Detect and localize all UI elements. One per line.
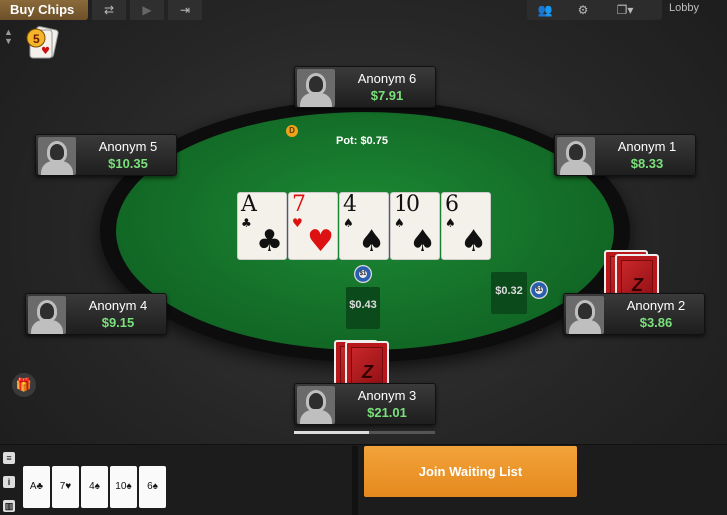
- history-card-2: 7♥: [52, 466, 79, 508]
- spade-icon: ♠: [343, 216, 354, 230]
- players-icon[interactable]: 👥: [529, 0, 561, 20]
- club-icon: ♣: [241, 216, 252, 230]
- refresh-icon[interactable]: ⇄: [92, 0, 126, 20]
- gear-icon[interactable]: ⚙: [567, 0, 599, 20]
- card-rank: 4: [343, 192, 357, 217]
- spade-icon: ♠: [445, 216, 456, 230]
- chip-stack-icon: $1: [354, 265, 372, 283]
- player-name: Anonym 2: [626, 298, 686, 313]
- window-icon[interactable]: ❐▾: [605, 0, 645, 20]
- player-name: Anonym 6: [357, 71, 417, 86]
- board-card-3: 4 ♠ ♠: [339, 192, 389, 260]
- stats-icon[interactable]: ▥: [3, 500, 15, 512]
- exit-icon[interactable]: ⇥: [168, 0, 202, 20]
- history-card-3: 4♠: [81, 466, 108, 508]
- history-card-4: 10♠: [110, 466, 137, 508]
- player-seat-6[interactable]: Anonym 6 $7.91: [294, 66, 436, 108]
- history-card-5: 6♠: [139, 466, 166, 508]
- history-card-1: A♣: [23, 466, 50, 508]
- dealer-button-icon: D: [286, 125, 298, 137]
- player-name: Anonym 5: [98, 139, 158, 154]
- top-bar: Buy Chips ⇄ ▶ ⇥ 👥 ⚙ ❐▾ Lobby: [0, 0, 727, 20]
- player-seat-5[interactable]: Anonym 5 $10.35: [35, 134, 177, 176]
- bet-amount-player3: $0.43: [346, 287, 380, 329]
- card-rank: 10: [394, 192, 420, 217]
- player-name: Anonym 3: [357, 388, 417, 403]
- avatar: [38, 137, 76, 175]
- play-icon[interactable]: ▶: [130, 0, 164, 20]
- player-stack: $8.33: [630, 156, 664, 171]
- chip-stack-icon: $1: [530, 281, 548, 299]
- panel-divider: [352, 446, 358, 515]
- player-stack: $3.86: [639, 315, 673, 330]
- svg-text:5: 5: [33, 32, 40, 46]
- lobby-link[interactable]: Lobby: [669, 2, 699, 14]
- club-icon: ♣: [256, 224, 283, 259]
- avatar: [297, 386, 335, 424]
- collapse-arrows-icon[interactable]: ▲ ▼: [4, 28, 13, 46]
- board-card-5: 6 ♠ ♠: [441, 192, 491, 260]
- card-rank: 7: [292, 192, 306, 217]
- timer-bar-remaining: [369, 431, 435, 434]
- player-stack: $9.15: [101, 315, 135, 330]
- player-seat-4[interactable]: Anonym 4 $9.15: [25, 293, 167, 335]
- spade-icon: ♠: [460, 224, 487, 259]
- spade-icon: ♠: [394, 216, 405, 230]
- join-waiting-list-button[interactable]: Join Waiting List: [364, 446, 577, 497]
- chat-icon[interactable]: ≡: [3, 452, 15, 464]
- player-stack: $7.91: [370, 88, 404, 103]
- player-name: Anonym 1: [617, 139, 677, 154]
- player-stack: $21.01: [367, 405, 407, 420]
- heart-icon: ♥: [292, 216, 303, 230]
- avatar: [297, 69, 335, 107]
- gift-icon[interactable]: 🎁: [12, 373, 36, 397]
- spade-icon: ♠: [409, 224, 436, 259]
- player-name: Anonym 4: [88, 298, 148, 313]
- pot-label: Pot: $0.75: [336, 135, 388, 147]
- board-card-1: A ♣ ♣: [237, 192, 287, 260]
- bottom-left-icons: ≡ i ▥: [0, 448, 18, 515]
- info-icon[interactable]: i: [3, 476, 15, 488]
- player-seat-2[interactable]: Anonym 2 $3.86: [563, 293, 705, 335]
- card-rank: A: [241, 192, 257, 217]
- toolbar-right: 👥 ⚙ ❐▾: [527, 0, 662, 20]
- game-logo-icon: 5 ♥: [24, 26, 64, 60]
- player-seat-1[interactable]: Anonym 1 $8.33: [554, 134, 696, 176]
- board-card-4: 10 ♠ ♠: [390, 192, 440, 260]
- buy-chips-button[interactable]: Buy Chips: [0, 0, 88, 20]
- timer-bar: [294, 431, 369, 434]
- avatar: [28, 296, 66, 334]
- avatar: [557, 137, 595, 175]
- player-seat-3[interactable]: Anonym 3 $21.01: [294, 383, 436, 425]
- avatar: [566, 296, 604, 334]
- card-rank: 6: [445, 192, 459, 217]
- heart-icon: ♥: [307, 224, 334, 259]
- player-stack: $10.35: [108, 156, 148, 171]
- spade-icon: ♠: [358, 224, 385, 259]
- bet-amount-player2: $0.32: [491, 272, 527, 314]
- board-card-2: 7 ♥ ♥: [288, 192, 338, 260]
- svg-text:♥: ♥: [41, 46, 50, 57]
